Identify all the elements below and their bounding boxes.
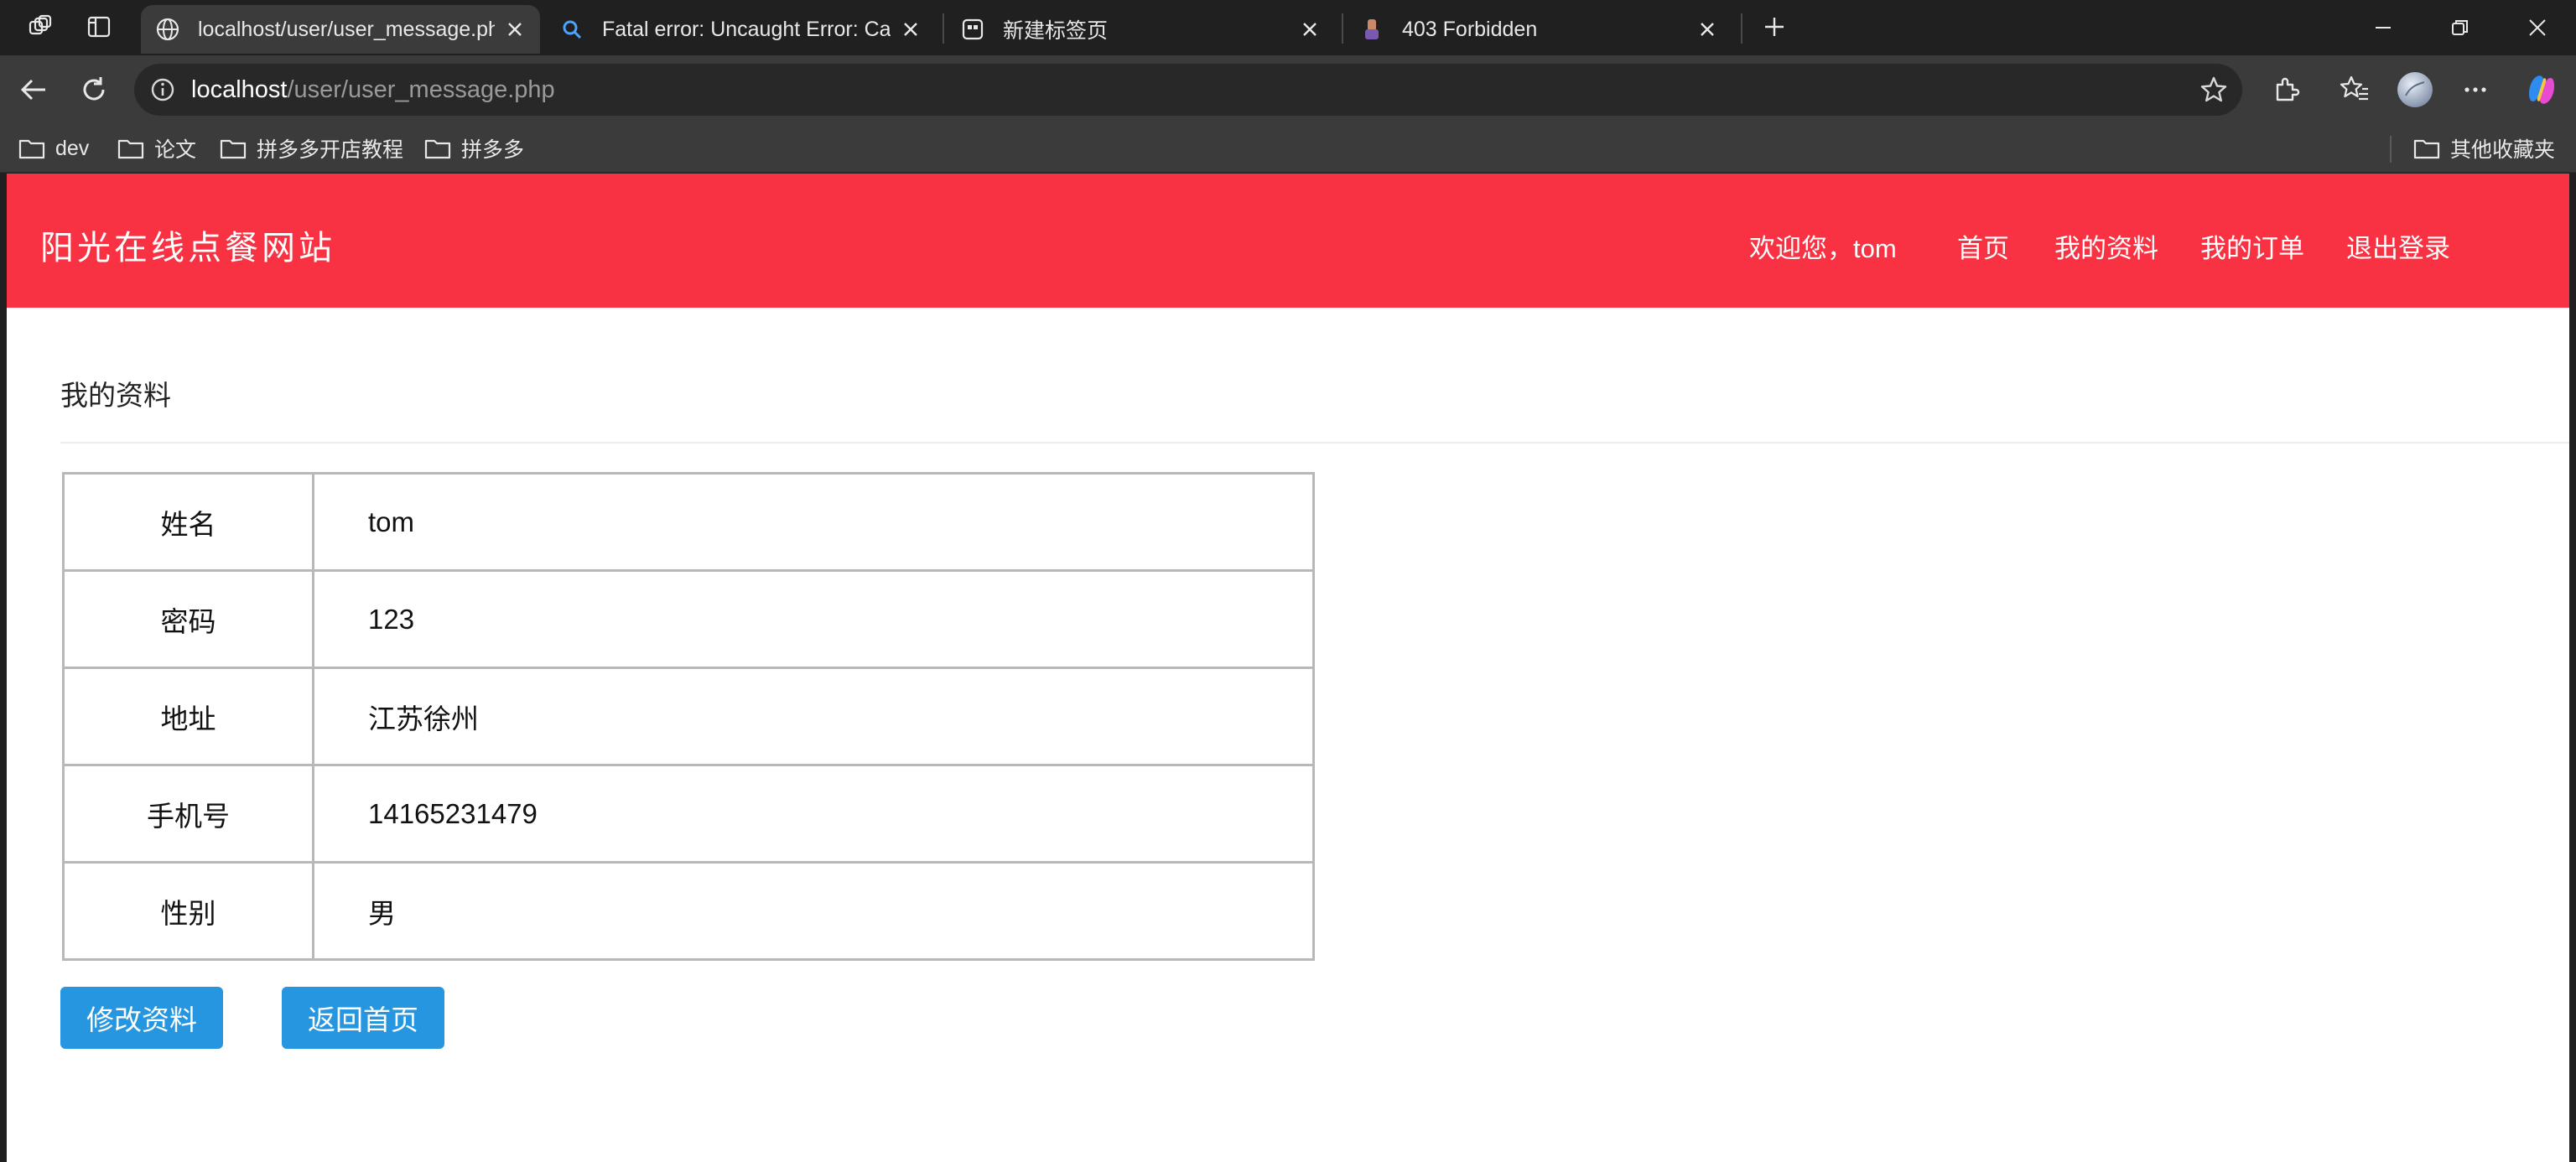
site-brand[interactable]: 阳光在线点餐网站 — [40, 220, 335, 269]
bookmark-label: 拼多多 — [461, 138, 525, 162]
info-icon[interactable] — [149, 76, 176, 107]
nav-my-orders[interactable]: 我的订单 — [2200, 227, 2304, 265]
window-close-icon[interactable] — [2512, 8, 2563, 47]
tab-403-forbidden[interactable]: 403 Forbidden — [1345, 5, 1732, 54]
site-header: 阳光在线点餐网站 欢迎您，tom 首页 我的资料 我的订单 退出登录 — [7, 174, 2569, 308]
tab-title: Fatal error: Uncaught Error: Call to — [602, 17, 891, 41]
row-value-gender: 男 — [312, 861, 1315, 961]
new-tab-button-icon[interactable] — [1759, 12, 1789, 42]
row-value-name: tom — [312, 472, 1315, 572]
copilot-icon[interactable] — [2521, 69, 2563, 111]
restore-icon[interactable] — [2435, 8, 2485, 47]
close-icon[interactable] — [1696, 18, 1719, 41]
bookmark-label: 其他收藏夹 — [2450, 138, 2556, 162]
url-host: localhost — [191, 75, 288, 103]
url-path: /user/user_message.php — [287, 75, 555, 103]
close-icon[interactable] — [1298, 18, 1322, 41]
tab-title: 403 Forbidden — [1402, 17, 1538, 41]
row-label-phone: 手机号 — [62, 764, 314, 864]
back-home-button[interactable]: 返回首页 — [282, 987, 444, 1049]
row-value-address: 江苏徐州 — [312, 667, 1315, 766]
tab-separator — [1342, 13, 1343, 44]
tab-separator — [943, 13, 944, 44]
profile-avatar[interactable] — [2395, 70, 2435, 110]
bookmark-folder-lunwen[interactable]: 论文 — [117, 132, 196, 164]
nav-my-profile[interactable]: 我的资料 — [2054, 227, 2158, 265]
vertical-tabs-icon[interactable] — [84, 12, 114, 42]
tab-user-message[interactable]: localhost/user/user_message.php — [141, 5, 540, 54]
close-icon[interactable] — [503, 18, 527, 41]
globe-icon — [154, 16, 181, 43]
tab-title: localhost/user/user_message.php — [198, 17, 495, 41]
tab-new-tab[interactable]: 新建标签页 — [946, 5, 1335, 54]
welcome-text: 欢迎您，tom — [1749, 234, 1897, 263]
new-tab-icon — [959, 16, 986, 43]
row-label-address: 地址 — [62, 667, 314, 766]
bookmarks-bar: dev 论文 拼多多开店教程 拼多多 其他收藏夹 — [0, 124, 2576, 173]
tab-fatal-error[interactable]: Fatal error: Uncaught Error: Call to — [545, 5, 936, 54]
table-row: 手机号 14165231479 — [62, 764, 1315, 864]
page-viewport: 阳光在线点餐网站 欢迎您，tom 首页 我的资料 我的订单 退出登录 我的资料 … — [7, 174, 2569, 1162]
title-divider — [60, 442, 2569, 444]
close-icon[interactable] — [899, 18, 922, 41]
folder-icon — [2413, 139, 2440, 159]
folder-icon — [117, 139, 144, 159]
row-label-password: 密码 — [62, 569, 314, 669]
folder-icon — [220, 139, 247, 159]
back-arrow-icon[interactable] — [15, 71, 52, 108]
reload-icon[interactable] — [75, 71, 112, 108]
profile-table: 姓名 tom 密码 123 地址 江苏徐州 手机号 14165231479 性别 — [62, 472, 1315, 961]
more-options-icon[interactable] — [2457, 71, 2494, 108]
tab-strip: localhost/user/user_message.php Fatal er… — [0, 0, 2576, 55]
nav-home[interactable]: 首页 — [1957, 227, 2009, 265]
tab-separator — [1741, 13, 1742, 44]
table-row: 性别 男 — [62, 861, 1315, 961]
minimize-icon[interactable] — [2358, 8, 2408, 47]
bookmark-label: 拼多多开店教程 — [257, 138, 404, 162]
tab-title: 新建标签页 — [1003, 19, 1109, 43]
search-icon — [558, 16, 585, 43]
favorites-icon[interactable] — [2336, 71, 2373, 108]
bookmark-folder-pdd[interactable]: 拼多多 — [424, 132, 524, 164]
browser-toolbar: localhost/user/user_message.php — [0, 55, 2576, 124]
workspaces-icon[interactable] — [25, 12, 55, 42]
row-label-gender: 性别 — [62, 861, 314, 961]
address-bar[interactable]: localhost/user/user_message.php — [134, 64, 2242, 116]
row-value-password: 123 — [312, 569, 1315, 669]
bookmarks-separator — [2390, 136, 2392, 163]
bookmark-folder-pdd-tutorial[interactable]: 拼多多开店教程 — [220, 132, 403, 164]
bookmark-label: dev — [55, 136, 90, 160]
edit-profile-button[interactable]: 修改资料 — [60, 987, 223, 1049]
table-row: 姓名 tom — [62, 472, 1315, 572]
extensions-icon[interactable] — [2267, 71, 2304, 108]
row-label-name: 姓名 — [62, 472, 314, 572]
table-row: 密码 123 — [62, 569, 1315, 669]
browser-window: localhost/user/user_message.php Fatal er… — [0, 0, 2576, 1162]
bookmark-folder-dev[interactable]: dev — [18, 132, 89, 164]
nav-logout[interactable]: 退出登录 — [2346, 227, 2450, 265]
url-text: localhost/user/user_message.php — [191, 76, 555, 104]
page-title: 我的资料 — [60, 380, 171, 411]
row-value-phone: 14165231479 — [312, 764, 1315, 864]
page-favicon — [1358, 16, 1385, 43]
folder-icon — [18, 139, 45, 159]
folder-icon — [424, 139, 451, 159]
table-row: 地址 江苏徐州 — [62, 667, 1315, 766]
bookmark-other-favorites[interactable]: 其他收藏夹 — [2413, 132, 2555, 164]
bookmark-label: 论文 — [154, 138, 197, 162]
favorite-star-icon[interactable] — [2199, 75, 2229, 109]
